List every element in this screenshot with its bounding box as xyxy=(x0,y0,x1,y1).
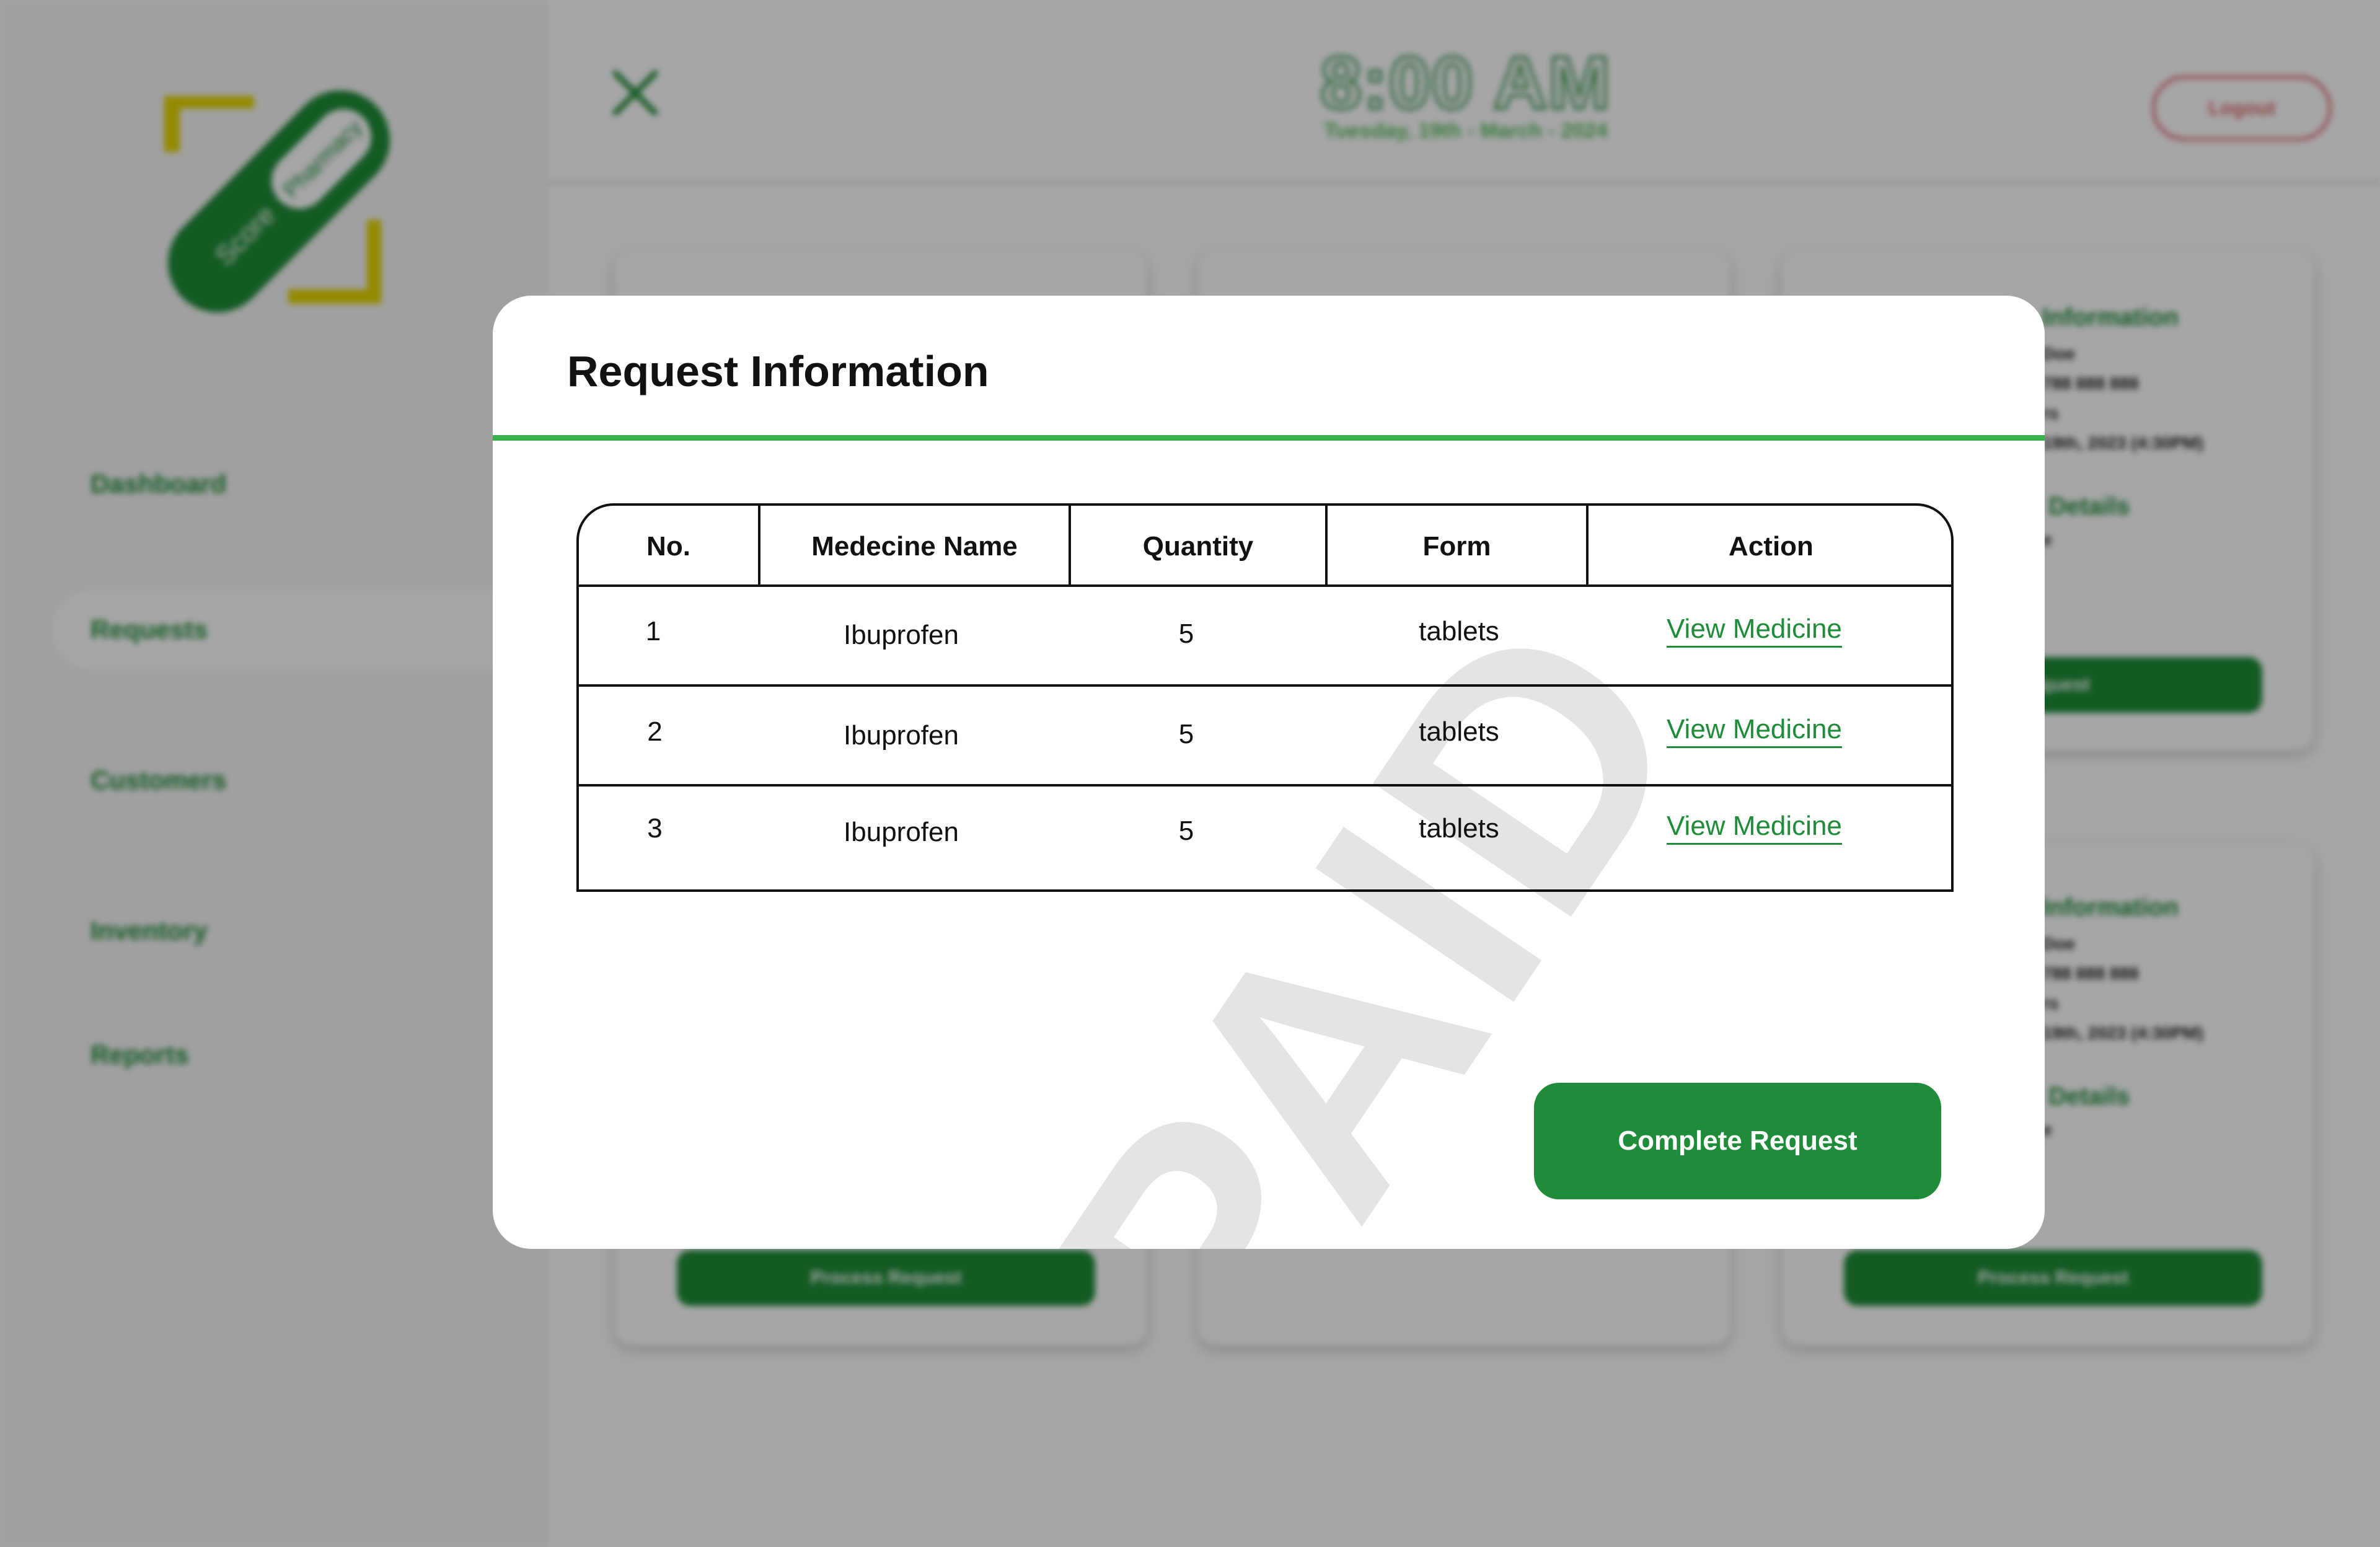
cell-medicine-name: Ibuprofen xyxy=(844,620,959,650)
cell-quantity: 5 xyxy=(1178,619,1194,649)
cell-form: tablets xyxy=(1419,813,1499,844)
view-medicine-link[interactable]: View Medicine xyxy=(1667,811,1842,845)
view-medicine-link[interactable]: View Medicine xyxy=(1667,714,1842,748)
complete-request-button[interactable]: Complete Request xyxy=(1534,1083,1941,1199)
table-header: No. Medecine Name Quantity Form Action xyxy=(579,506,1951,587)
cell-no: 2 xyxy=(647,716,663,747)
cell-form: tablets xyxy=(1419,616,1499,646)
medicine-table: No. Medecine Name Quantity Form Action 1… xyxy=(576,503,1954,892)
column-header-medicine-name: Medecine Name xyxy=(811,531,1018,562)
view-medicine-link[interactable]: View Medicine xyxy=(1667,614,1842,648)
cell-quantity: 5 xyxy=(1178,816,1194,846)
column-header-action: Action xyxy=(1729,531,1814,562)
cell-no: 3 xyxy=(647,813,663,844)
column-header-no: No. xyxy=(646,531,690,562)
column-header-form: Form xyxy=(1422,531,1491,562)
modal-divider xyxy=(493,435,2045,441)
cell-medicine-name: Ibuprofen xyxy=(844,817,959,847)
request-information-modal: Request Information PAID No. Medecine Na… xyxy=(493,296,2045,1249)
cell-quantity: 5 xyxy=(1178,719,1194,749)
cell-medicine-name: Ibuprofen xyxy=(844,720,959,751)
cell-form: tablets xyxy=(1419,716,1499,747)
cell-no: 1 xyxy=(645,616,661,646)
column-header-quantity: Quantity xyxy=(1142,531,1254,562)
modal-title: Request Information xyxy=(567,347,989,395)
